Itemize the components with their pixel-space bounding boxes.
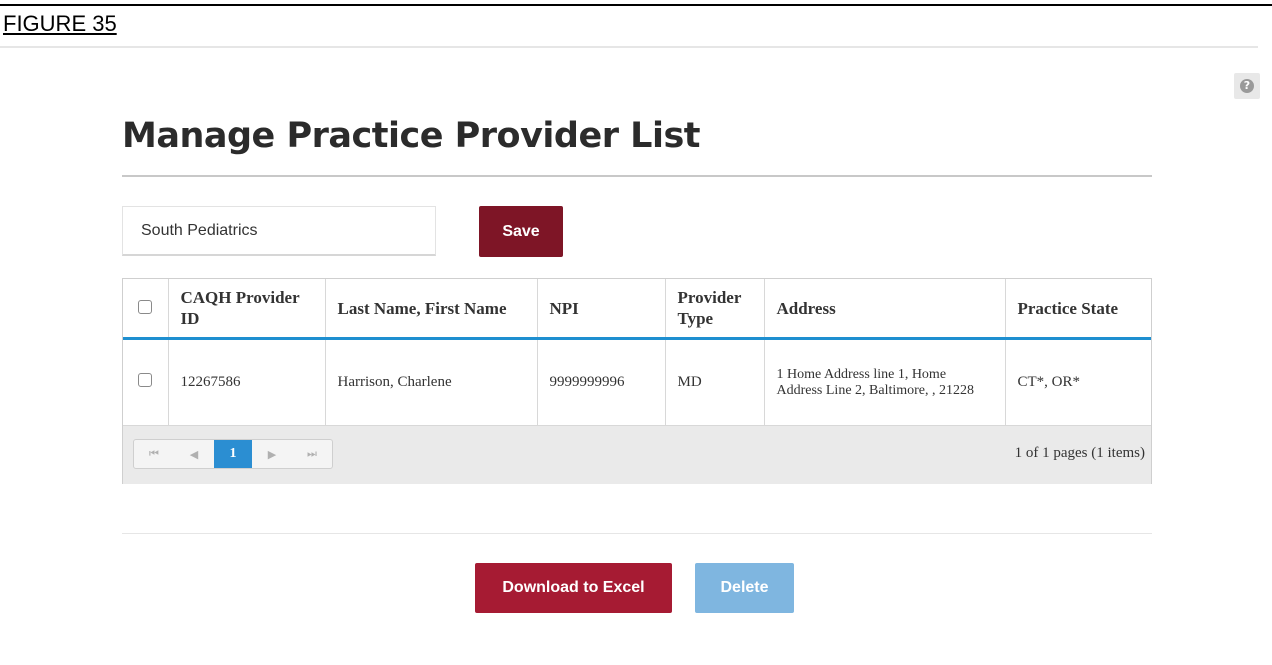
column-header-caqh-id[interactable]: CAQH Provider ID bbox=[168, 279, 326, 340]
cell-address: 1 Home Address line 1, Home Address Line… bbox=[764, 338, 1006, 426]
title-divider bbox=[122, 175, 1152, 177]
current-page-button[interactable]: 1 bbox=[214, 440, 252, 468]
cell-practice-state: CT*, OR* bbox=[1005, 338, 1151, 426]
figure-label: FIGURE 35 bbox=[3, 11, 117, 36]
pager: ⏮ ◀ 1 ▶ ⏭ bbox=[133, 439, 333, 469]
column-header-practice-state[interactable]: Practice State bbox=[1005, 279, 1151, 340]
page-title: Manage Practice Provider List bbox=[122, 116, 701, 156]
first-page-icon[interactable]: ⏮ bbox=[134, 440, 174, 468]
footer-divider bbox=[122, 533, 1152, 534]
provider-table: CAQH Provider ID Last Name, First Name N… bbox=[123, 279, 1151, 426]
figure-divider bbox=[0, 46, 1258, 48]
column-header-provider-type[interactable]: Provider Type bbox=[665, 279, 765, 340]
pager-info: 1 of 1 pages (1 items) bbox=[1014, 445, 1145, 461]
column-header-npi[interactable]: NPI bbox=[537, 279, 666, 340]
last-page-icon[interactable]: ⏭ bbox=[292, 440, 332, 468]
provider-grid: CAQH Provider ID Last Name, First Name N… bbox=[122, 278, 1152, 484]
table-header-row: CAQH Provider ID Last Name, First Name N… bbox=[123, 279, 1151, 340]
cell-npi: 9999999996 bbox=[537, 338, 666, 426]
practice-name-input[interactable] bbox=[122, 206, 436, 256]
column-header-name[interactable]: Last Name, First Name bbox=[325, 279, 538, 340]
delete-button[interactable]: Delete bbox=[695, 563, 794, 613]
next-page-icon[interactable]: ▶ bbox=[252, 440, 292, 468]
select-all-checkbox[interactable] bbox=[138, 299, 153, 314]
save-button[interactable]: Save bbox=[479, 206, 563, 257]
select-all-cell bbox=[123, 279, 169, 340]
top-rule bbox=[0, 4, 1272, 6]
previous-page-icon[interactable]: ◀ bbox=[174, 440, 214, 468]
cell-caqh-id: 12267586 bbox=[168, 338, 326, 426]
cell-name: Harrison, Charlene bbox=[325, 338, 538, 426]
cell-provider-type: MD bbox=[665, 338, 765, 426]
download-to-excel-button[interactable]: Download to Excel bbox=[475, 563, 672, 613]
row-checkbox[interactable] bbox=[138, 373, 153, 387]
column-header-address[interactable]: Address bbox=[764, 279, 1006, 340]
help-button[interactable]: ? bbox=[1234, 73, 1260, 99]
pager-bar: ⏮ ◀ 1 ▶ ⏭ 1 of 1 pages (1 items) bbox=[123, 426, 1151, 484]
row-select-cell bbox=[123, 338, 169, 426]
table-row[interactable]: 12267586 Harrison, Charlene 9999999996 M… bbox=[123, 338, 1151, 426]
question-circle-icon: ? bbox=[1240, 79, 1254, 93]
